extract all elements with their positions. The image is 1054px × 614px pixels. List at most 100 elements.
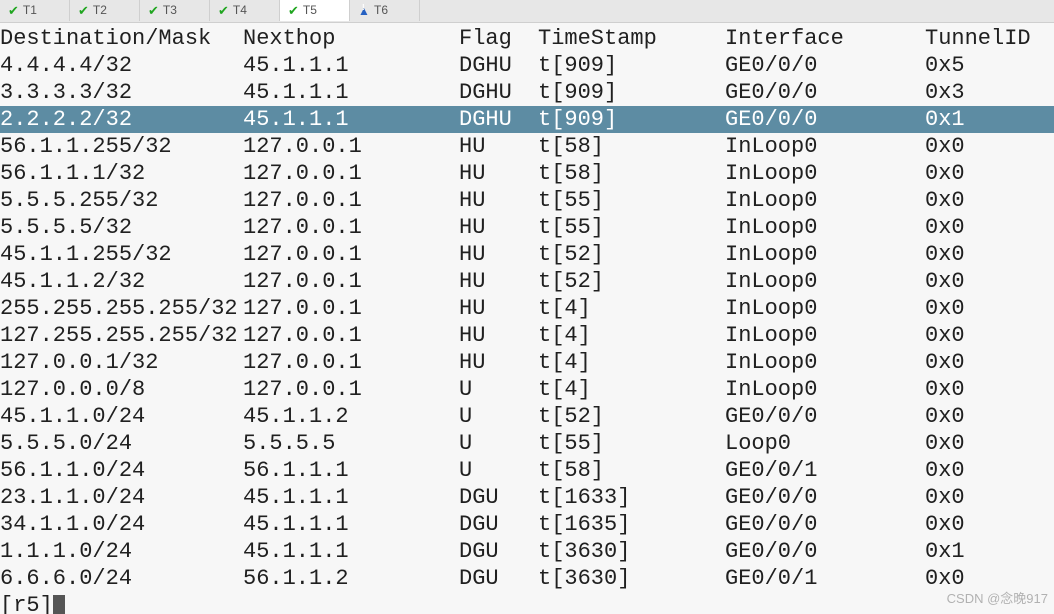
- cell-next: 45.1.1.1: [243, 106, 459, 133]
- table-row[interactable]: 3.3.3.3/3245.1.1.1DGHUt[909]GE0/0/00x3: [0, 79, 1054, 106]
- warning-icon: [358, 5, 370, 17]
- table-row[interactable]: 255.255.255.255/32127.0.0.1HUt[4]InLoop0…: [0, 295, 1054, 322]
- cell-flag: DGU: [459, 565, 538, 592]
- prompt-row[interactable]: [r5]: [0, 592, 1054, 614]
- cell-next: 127.0.0.1: [243, 295, 459, 322]
- cell-dest: 5.5.5.255/32: [0, 187, 243, 214]
- cell-if: GE0/0/0: [725, 538, 925, 565]
- cell-flag: HU: [459, 133, 538, 160]
- cell-if: InLoop0: [725, 376, 925, 403]
- table-row[interactable]: 45.1.1.255/32127.0.0.1HUt[52]InLoop00x0: [0, 241, 1054, 268]
- cell-dest: 56.1.1.1/32: [0, 160, 243, 187]
- cell-flag: HU: [459, 268, 538, 295]
- cell-if: InLoop0: [725, 160, 925, 187]
- cell-dest: 6.6.6.0/24: [0, 565, 243, 592]
- cell-next: 127.0.0.1: [243, 268, 459, 295]
- cell-ts: t[4]: [538, 322, 725, 349]
- cell-tid: 0x5: [925, 52, 1045, 79]
- terminal[interactable]: Destination/Mask Nexthop Flag TimeStamp …: [0, 23, 1054, 614]
- cell-if: InLoop0: [725, 295, 925, 322]
- cell-ts: t[909]: [538, 79, 725, 106]
- cell-flag: DGHU: [459, 52, 538, 79]
- tab-label: T2: [93, 0, 107, 24]
- tab-t2[interactable]: ✔T2: [70, 0, 140, 21]
- cell-next: 45.1.1.1: [243, 511, 459, 538]
- cell-dest: 23.1.1.0/24: [0, 484, 243, 511]
- table-row[interactable]: 5.5.5.0/245.5.5.5Ut[55]Loop00x0: [0, 430, 1054, 457]
- cell-flag: DGHU: [459, 106, 538, 133]
- cell-ts: t[58]: [538, 133, 725, 160]
- cell-ts: t[3630]: [538, 565, 725, 592]
- cell-ts: t[1633]: [538, 484, 725, 511]
- table-row[interactable]: 5.5.5.5/32127.0.0.1HUt[55]InLoop00x0: [0, 214, 1054, 241]
- cell-if: GE0/0/0: [725, 511, 925, 538]
- cell-ts: t[55]: [538, 430, 725, 457]
- tab-t4[interactable]: ✔T4: [210, 0, 280, 21]
- tab-label: T3: [163, 0, 177, 24]
- table-row[interactable]: 127.255.255.255/32127.0.0.1HUt[4]InLoop0…: [0, 322, 1054, 349]
- cell-tid: 0x0: [925, 160, 1045, 187]
- cell-dest: 56.1.1.255/32: [0, 133, 243, 160]
- table-row[interactable]: 45.1.1.2/32127.0.0.1HUt[52]InLoop00x0: [0, 268, 1054, 295]
- tab-label: T5: [303, 0, 317, 24]
- cell-ts: t[4]: [538, 295, 725, 322]
- cell-ts: t[909]: [538, 106, 725, 133]
- table-row[interactable]: 56.1.1.255/32127.0.0.1HUt[58]InLoop00x0: [0, 133, 1054, 160]
- cell-ts: t[52]: [538, 403, 725, 430]
- cell-tid: 0x0: [925, 214, 1045, 241]
- cell-if: GE0/0/0: [725, 52, 925, 79]
- table-row[interactable]: 6.6.6.0/2456.1.1.2DGUt[3630]GE0/0/10x0: [0, 565, 1054, 592]
- cell-dest: 127.0.0.0/8: [0, 376, 243, 403]
- cell-if: InLoop0: [725, 322, 925, 349]
- cell-dest: 3.3.3.3/32: [0, 79, 243, 106]
- cell-flag: HU: [459, 349, 538, 376]
- cell-next: 45.1.1.1: [243, 484, 459, 511]
- cell-next: 5.5.5.5: [243, 430, 459, 457]
- table-row[interactable]: 5.5.5.255/32127.0.0.1HUt[55]InLoop00x0: [0, 187, 1054, 214]
- table-row[interactable]: 1.1.1.0/2445.1.1.1DGUt[3630]GE0/0/00x1: [0, 538, 1054, 565]
- cell-if: GE0/0/1: [725, 457, 925, 484]
- col-header-dest: Destination/Mask: [0, 25, 243, 52]
- cell-ts: t[58]: [538, 457, 725, 484]
- cell-next: 127.0.0.1: [243, 160, 459, 187]
- table-row[interactable]: 34.1.1.0/2445.1.1.1DGUt[1635]GE0/0/00x0: [0, 511, 1054, 538]
- cell-ts: t[3630]: [538, 538, 725, 565]
- cell-tid: 0x0: [925, 322, 1045, 349]
- col-header-tid: TunnelID: [925, 25, 1045, 52]
- tab-t6[interactable]: T6: [350, 0, 420, 21]
- table-row[interactable]: 56.1.1.0/2456.1.1.1Ut[58]GE0/0/10x0: [0, 457, 1054, 484]
- cell-dest: 45.1.1.2/32: [0, 268, 243, 295]
- cell-flag: DGU: [459, 484, 538, 511]
- cell-dest: 34.1.1.0/24: [0, 511, 243, 538]
- table-row[interactable]: 127.0.0.0/8127.0.0.1Ut[4]InLoop00x0: [0, 376, 1054, 403]
- tab-t3[interactable]: ✔T3: [140, 0, 210, 21]
- cell-tid: 0x0: [925, 511, 1045, 538]
- cell-next: 127.0.0.1: [243, 349, 459, 376]
- cell-flag: DGHU: [459, 79, 538, 106]
- table-row[interactable]: 23.1.1.0/2445.1.1.1DGUt[1633]GE0/0/00x0: [0, 484, 1054, 511]
- cell-next: 127.0.0.1: [243, 322, 459, 349]
- cell-flag: HU: [459, 187, 538, 214]
- cell-tid: 0x0: [925, 241, 1045, 268]
- cell-tid: 0x0: [925, 349, 1045, 376]
- cell-tid: 0x1: [925, 538, 1045, 565]
- table-row[interactable]: 4.4.4.4/3245.1.1.1DGHUt[909]GE0/0/00x5: [0, 52, 1054, 79]
- cell-next: 45.1.1.2: [243, 403, 459, 430]
- tab-t1[interactable]: ✔T1: [0, 0, 70, 21]
- tab-t5[interactable]: ✔T5: [280, 0, 350, 21]
- cell-if: InLoop0: [725, 241, 925, 268]
- table-row[interactable]: 56.1.1.1/32127.0.0.1HUt[58]InLoop00x0: [0, 160, 1054, 187]
- cell-flag: U: [459, 457, 538, 484]
- table-row[interactable]: 2.2.2.2/3245.1.1.1DGHUt[909]GE0/0/00x1: [0, 106, 1054, 133]
- table-row[interactable]: 45.1.1.0/2445.1.1.2Ut[52]GE0/0/00x0: [0, 403, 1054, 430]
- cursor-icon: [53, 595, 65, 614]
- cell-next: 127.0.0.1: [243, 133, 459, 160]
- cell-ts: t[55]: [538, 214, 725, 241]
- table-row[interactable]: 127.0.0.1/32127.0.0.1HUt[4]InLoop00x0: [0, 349, 1054, 376]
- cell-dest: 127.255.255.255/32: [0, 322, 243, 349]
- cell-tid: 0x0: [925, 484, 1045, 511]
- cell-ts: t[52]: [538, 268, 725, 295]
- cell-flag: HU: [459, 160, 538, 187]
- cell-dest: 4.4.4.4/32: [0, 52, 243, 79]
- cell-flag: HU: [459, 322, 538, 349]
